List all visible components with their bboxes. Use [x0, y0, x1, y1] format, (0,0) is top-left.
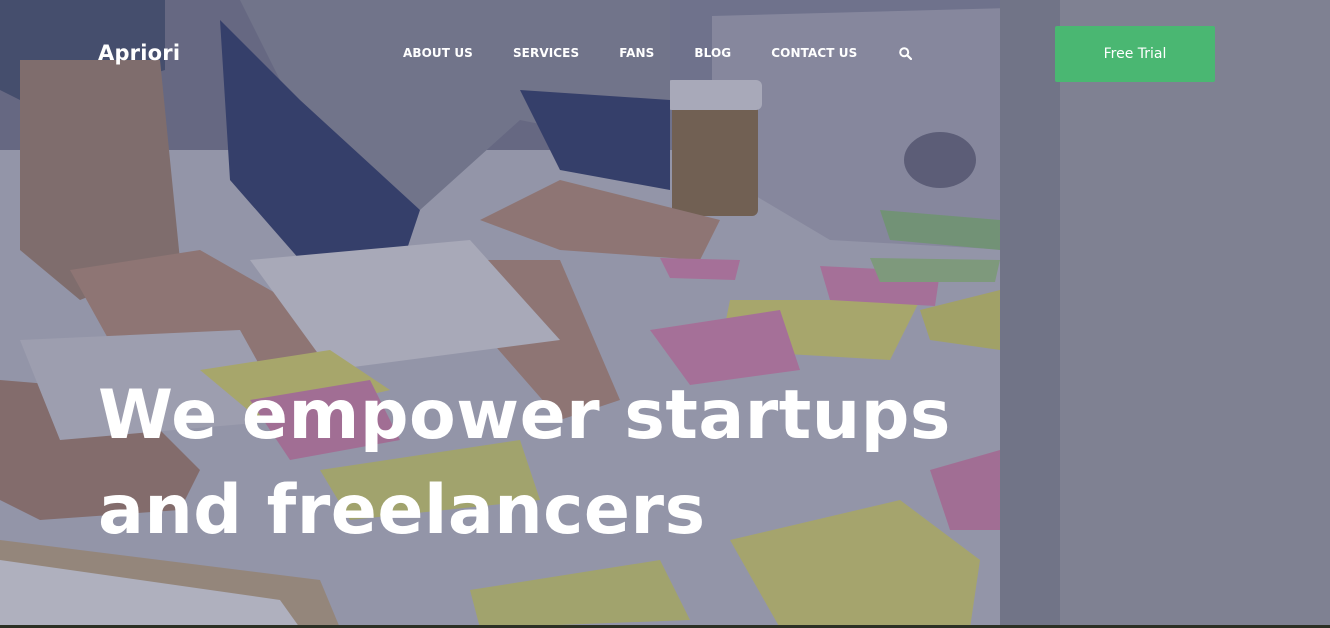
- nav-item-services[interactable]: SERVICES: [513, 44, 579, 62]
- hero-headline-line-1: We empower startups: [98, 376, 951, 455]
- hero-headline: We empower startups and freelancers: [98, 368, 951, 558]
- nav-item-blog[interactable]: BLOG: [694, 44, 731, 62]
- nav-item-contact-us[interactable]: CONTACT US: [771, 44, 857, 62]
- hero-section: Apriori ABOUT US SERVICES FANS BLOG CONT…: [0, 0, 1330, 628]
- hero-headline-line-2: and freelancers: [98, 471, 706, 550]
- free-trial-button[interactable]: Free Trial: [1055, 26, 1215, 82]
- nav-item-about-us[interactable]: ABOUT US: [403, 44, 473, 62]
- main-nav: ABOUT US SERVICES FANS BLOG CONTACT US: [403, 44, 913, 62]
- brand-logo[interactable]: Apriori: [98, 37, 180, 69]
- nav-item-fans[interactable]: FANS: [619, 44, 654, 62]
- search-icon[interactable]: [897, 44, 913, 62]
